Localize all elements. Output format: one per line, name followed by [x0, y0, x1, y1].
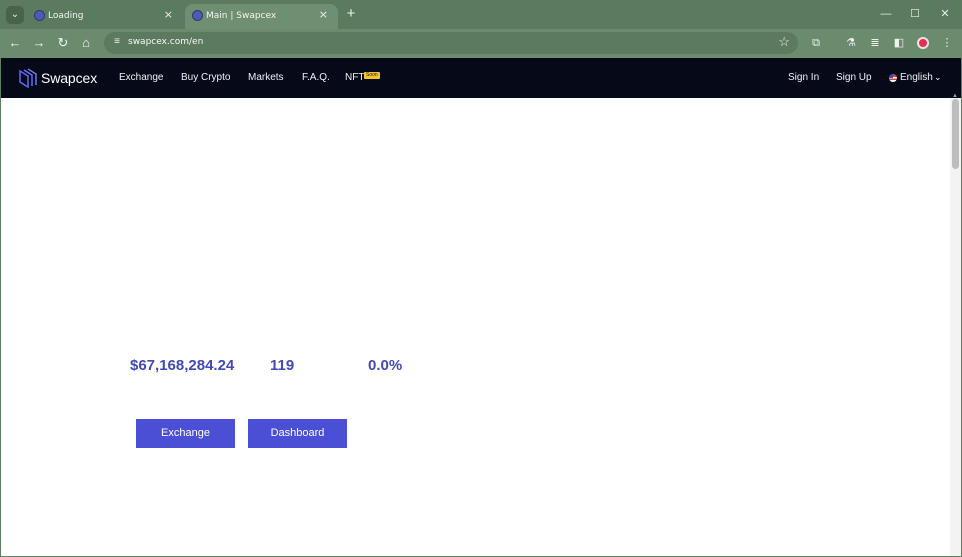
sign-in-link[interactable]: Sign In [788, 72, 819, 84]
puzzle-icon[interactable]: ⧉ [809, 35, 823, 51]
swapcex-logo-icon[interactable] [19, 68, 37, 88]
url-text: swapcex.com/en [128, 37, 204, 47]
tune-icon[interactable]: ≡ [111, 36, 123, 48]
nav-buy-crypto[interactable]: Buy Crypto [181, 72, 230, 84]
flask-icon[interactable]: ⚗ [844, 35, 858, 51]
tab-title: Main | Swapcex [206, 11, 277, 21]
tab-favicon [34, 10, 45, 21]
us-flag-icon [889, 74, 897, 82]
scrollbar-thumb[interactable] [952, 99, 959, 169]
home-icon[interactable]: ⌂ [78, 35, 94, 51]
back-arrow-icon[interactable]: ← [7, 35, 23, 51]
tab-main-swapcex[interactable]: Main | Swapcex × [185, 4, 338, 29]
nav-faq[interactable]: F.A.Q. [302, 72, 330, 84]
media-control-icon[interactable]: ≣ [868, 35, 882, 51]
exchange-button[interactable]: Exchange [136, 419, 235, 448]
chevron-down-icon[interactable]: ⌄ [934, 71, 942, 83]
stat-count: 119 [270, 357, 295, 374]
page-scrollbar[interactable]: ▲ [950, 93, 961, 556]
dashboard-button[interactable]: Dashboard [248, 419, 347, 448]
browser-tabstrip: ⌄ Loading × Main | Swapcex × + — ☐ ✕ [0, 0, 962, 29]
tab-favicon [192, 10, 203, 21]
close-icon[interactable]: × [164, 9, 173, 21]
browser-toolbar: ← → ↻ ⌂ ≡ swapcex.com/en ☆ ⧉ ⚗ ≣ ◧ ⋮ [0, 29, 962, 58]
close-icon[interactable]: × [319, 9, 328, 21]
site-navbar: Swapcex Exchange Buy Crypto Markets F.A.… [1, 58, 961, 98]
nav-markets[interactable]: Markets [248, 72, 284, 84]
nav-nft[interactable]: NFT [345, 72, 364, 84]
sign-up-link[interactable]: Sign Up [836, 72, 872, 84]
brand-name[interactable]: Swapcex [41, 69, 97, 87]
minimize-icon[interactable]: — [879, 8, 893, 20]
stat-percent: 0.0% [368, 357, 403, 374]
chevron-down-icon[interactable]: ⌄ [6, 6, 24, 24]
side-panel-icon[interactable]: ◧ [892, 35, 906, 51]
tab-loading[interactable]: Loading × [27, 4, 183, 29]
plus-icon[interactable]: + [343, 6, 359, 22]
page-viewport: Swapcex Exchange Buy Crypto Markets F.A.… [1, 58, 961, 556]
kebab-menu-icon[interactable]: ⋮ [940, 35, 954, 51]
reload-icon[interactable]: ↻ [55, 35, 71, 51]
nft-soon-badge: Soon [364, 72, 380, 79]
tab-title: Loading [48, 11, 84, 21]
maximize-icon[interactable]: ☐ [908, 8, 922, 20]
address-bar[interactable]: ≡ swapcex.com/en ☆ [104, 32, 798, 54]
star-icon[interactable]: ☆ [778, 34, 790, 50]
forward-arrow-icon[interactable]: → [31, 35, 47, 51]
stat-volume: $67,168,284.24 [130, 357, 235, 374]
profile-avatar[interactable] [917, 37, 929, 49]
language-selector[interactable]: English [900, 72, 933, 84]
nav-exchange[interactable]: Exchange [119, 72, 163, 84]
close-window-icon[interactable]: ✕ [938, 8, 952, 20]
